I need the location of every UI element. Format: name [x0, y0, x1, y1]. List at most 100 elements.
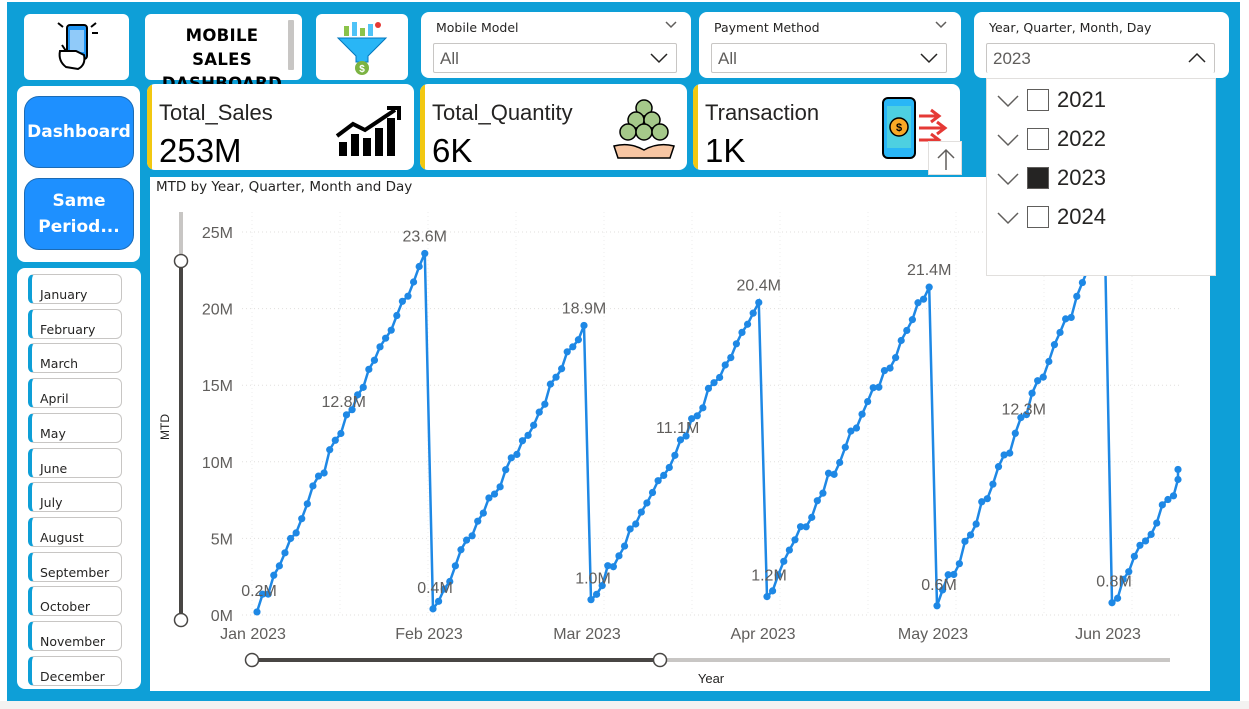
chevron-down-icon[interactable] [997, 172, 1019, 186]
data-point[interactable] [732, 340, 740, 348]
chevron-down-icon[interactable] [997, 94, 1019, 108]
data-point[interactable] [785, 546, 793, 554]
data-point[interactable] [474, 517, 482, 525]
data-point[interactable] [780, 557, 788, 565]
data-point[interactable] [404, 292, 412, 300]
data-point[interactable] [337, 429, 345, 438]
month-item-february[interactable]: February [28, 308, 122, 339]
data-point[interactable] [808, 513, 816, 521]
data-point[interactable] [819, 489, 827, 497]
month-item-september[interactable]: September [28, 551, 122, 582]
data-point[interactable] [1113, 594, 1122, 602]
data-point[interactable] [502, 466, 510, 474]
data-point[interactable] [1039, 373, 1047, 381]
month-item-july[interactable]: July [28, 482, 122, 513]
chevron-down-icon[interactable] [650, 52, 668, 64]
chevron-down-icon[interactable] [997, 133, 1019, 147]
chevron-down-icon[interactable] [920, 52, 938, 64]
data-point[interactable] [704, 384, 713, 393]
data-point[interactable] [626, 525, 634, 533]
month-item-january[interactable]: January [28, 274, 122, 304]
same-period-button[interactable]: Same Period... [24, 178, 134, 250]
data-point[interactable] [955, 560, 963, 568]
data-point[interactable] [1141, 537, 1150, 545]
data-point[interactable] [587, 596, 595, 604]
data-point[interactable] [1050, 341, 1059, 349]
data-point[interactable] [615, 552, 623, 560]
data-point[interactable] [1028, 389, 1036, 397]
data-point[interactable] [490, 490, 499, 498]
data-point[interactable] [875, 383, 883, 391]
month-item-december[interactable]: December [28, 655, 122, 686]
data-point[interactable] [972, 520, 980, 528]
data-point[interactable] [393, 311, 401, 320]
month-item-october[interactable]: October [28, 586, 122, 617]
data-point[interactable] [903, 326, 911, 335]
chevron-down-icon[interactable] [665, 19, 677, 31]
data-point[interactable] [699, 404, 707, 412]
date-option-2024[interactable]: 2024 [997, 204, 1207, 234]
checkbox[interactable] [1027, 206, 1049, 228]
data-point[interactable] [710, 379, 718, 387]
data-point[interactable] [632, 520, 640, 528]
month-item-november[interactable]: November [28, 621, 122, 651]
data-point[interactable] [359, 383, 367, 391]
data-point[interactable] [1174, 465, 1182, 474]
data-point[interactable] [434, 597, 443, 605]
data-point[interactable] [298, 515, 306, 523]
data-point[interactable] [925, 283, 933, 291]
data-point[interactable] [1078, 278, 1086, 287]
data-point[interactable] [320, 469, 328, 477]
data-point[interactable] [535, 408, 543, 416]
data-point[interactable] [660, 471, 668, 479]
data-point[interactable] [496, 483, 504, 491]
chevron-down-icon[interactable] [997, 211, 1019, 225]
chevron-down-icon[interactable] [935, 19, 947, 31]
data-point[interactable] [1174, 475, 1182, 484]
data-point[interactable] [693, 412, 701, 420]
data-point[interactable] [763, 593, 771, 601]
data-point[interactable] [286, 534, 295, 543]
data-point[interactable] [1067, 313, 1075, 322]
data-point[interactable] [791, 536, 799, 544]
data-point[interactable] [620, 542, 629, 550]
data-point[interactable] [342, 411, 351, 419]
month-item-august[interactable]: August [28, 516, 122, 547]
data-point[interactable] [398, 297, 406, 305]
data-point[interactable] [331, 436, 339, 444]
data-point[interactable] [743, 320, 752, 328]
checkbox[interactable] [1027, 128, 1049, 150]
data-point[interactable] [370, 356, 379, 364]
data-point[interactable] [648, 488, 657, 497]
data-point[interactable] [738, 328, 746, 337]
data-point[interactable] [415, 262, 423, 271]
data-point[interactable] [479, 509, 487, 517]
month-item-june[interactable]: June [28, 447, 122, 478]
payment-method-dropdown[interactable]: All [711, 43, 947, 73]
date-dropdown-list[interactable]: 2021 2022 2023 2024 [986, 78, 1216, 276]
data-point[interactable] [574, 336, 582, 344]
data-point[interactable] [637, 508, 645, 516]
data-point[interactable] [886, 364, 894, 372]
data-point[interactable] [382, 334, 390, 342]
data-point[interactable] [908, 316, 916, 324]
data-point[interactable] [768, 587, 777, 595]
date-option-2023[interactable]: 2023 [997, 165, 1207, 195]
data-point[interactable] [387, 326, 395, 334]
data-point[interactable] [524, 431, 532, 439]
data-point[interactable] [457, 546, 465, 554]
data-point[interactable] [569, 343, 577, 351]
data-point[interactable] [580, 321, 588, 330]
data-point[interactable] [961, 537, 969, 545]
data-point[interactable] [541, 400, 549, 408]
data-point[interactable] [749, 309, 757, 317]
data-point[interactable] [409, 278, 418, 286]
data-point[interactable] [309, 482, 317, 490]
data-point[interactable] [858, 410, 866, 418]
x-zoom-handle-left[interactable] [244, 652, 260, 668]
data-point[interactable] [994, 463, 1003, 471]
data-point[interactable] [665, 463, 673, 472]
data-point[interactable] [1158, 501, 1166, 509]
data-point[interactable] [813, 497, 821, 505]
checkbox[interactable] [1027, 89, 1049, 111]
